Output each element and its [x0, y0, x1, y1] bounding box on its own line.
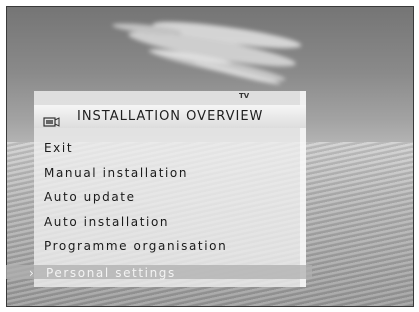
tv-menu-icon [43, 112, 61, 127]
menu-item-exit[interactable]: Exit [34, 136, 306, 161]
installation-menu-panel: TV INSTALLATION OVERVIEW Exit Manual ins… [34, 91, 306, 287]
menu-items: Exit Manual installation Auto update Aut… [34, 136, 306, 259]
menu-item-auto-update[interactable]: Auto update [34, 185, 306, 210]
menu-item-label-personal-settings[interactable]: Personal settings [46, 266, 176, 280]
menu-item-programme-organisation[interactable]: Programme organisation [34, 234, 306, 259]
menu-item-auto-installation[interactable]: Auto installation [34, 210, 306, 235]
menu-header: INSTALLATION OVERVIEW [34, 105, 306, 128]
tv-label: TV [239, 92, 250, 100]
menu-item-manual-installation[interactable]: Manual installation [34, 161, 306, 186]
menu-title: INSTALLATION OVERVIEW [77, 109, 264, 124]
selection-arrow-icon: › [29, 266, 34, 280]
